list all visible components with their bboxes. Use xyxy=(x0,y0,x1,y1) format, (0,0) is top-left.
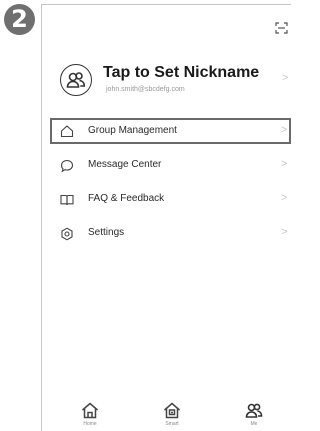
gear-icon xyxy=(61,227,73,241)
chevron-right-icon: > xyxy=(281,226,288,238)
user-group-icon xyxy=(245,403,263,418)
user-group-icon xyxy=(66,72,86,88)
menu-item-faq-feedback[interactable]: FAQ & Feedback > xyxy=(50,187,291,212)
tab-label: Smart xyxy=(165,421,179,427)
scan-icon[interactable] xyxy=(275,22,288,34)
menu-item-label: Settings xyxy=(88,227,125,238)
menu-item-group-management[interactable]: Group Management > xyxy=(50,118,291,144)
menu-item-label: FAQ & Feedback xyxy=(88,193,165,204)
bottom-tab-bar: Home Smart Me xyxy=(42,396,291,431)
chat-bubble-icon xyxy=(60,159,74,173)
email-label: john.smith@sbcdefg.com xyxy=(106,86,185,93)
chevron-right-icon: > xyxy=(281,124,288,136)
chevron-right-icon: > xyxy=(281,192,288,204)
tab-label: Home xyxy=(83,421,97,427)
chevron-right-icon: > xyxy=(282,72,289,84)
avatar xyxy=(60,64,92,96)
nickname-label[interactable]: Tap to Set Nickname xyxy=(103,64,259,82)
tab-smart[interactable]: Smart xyxy=(142,396,202,431)
profile-row[interactable]: Tap to Set Nickname john.smith@sbcdefg.c… xyxy=(60,60,291,104)
smart-home-icon xyxy=(164,402,180,419)
menu-item-settings[interactable]: Settings > xyxy=(50,221,291,246)
tab-home[interactable]: Home xyxy=(60,396,120,431)
menu-item-label: Message Center xyxy=(88,159,162,170)
tab-label: Me xyxy=(250,421,258,427)
home-outline-icon xyxy=(60,125,74,138)
step-number-badge: 2 xyxy=(4,4,35,35)
menu-item-label: Group Management xyxy=(88,125,177,136)
book-icon xyxy=(60,194,74,206)
menu-item-message-center[interactable]: Message Center > xyxy=(50,153,291,178)
home-icon xyxy=(82,402,98,419)
tab-me[interactable]: Me xyxy=(224,396,284,431)
chevron-right-icon: > xyxy=(281,158,288,170)
